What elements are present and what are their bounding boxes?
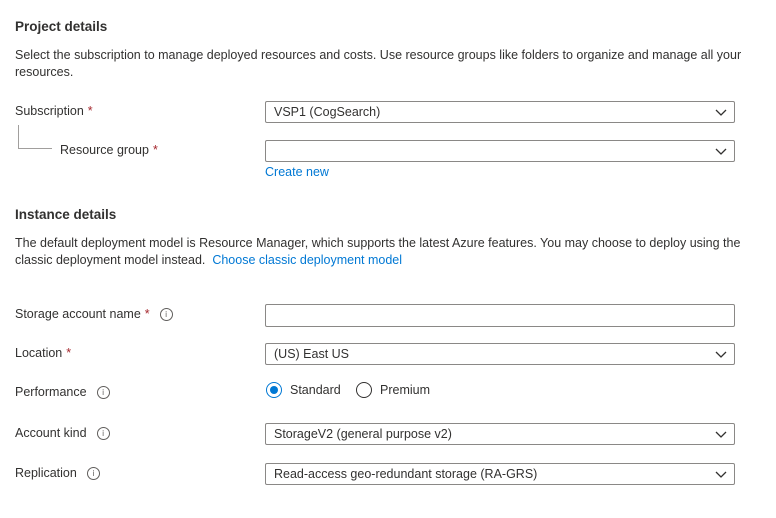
storage-account-name-label-text: Storage account name [15, 307, 141, 321]
location-label-text: Location [15, 346, 63, 360]
project-details-description: Select the subscription to manage deploy… [15, 48, 742, 79]
resource-group-label: Resource group * [60, 143, 158, 157]
chevron-down-icon [715, 351, 727, 358]
account-kind-value: StorageV2 (general purpose v2) [274, 427, 452, 441]
subscription-dropdown[interactable]: VSP1 (CogSearch) [265, 101, 735, 123]
required-marker: * [87, 104, 93, 118]
required-marker: * [66, 346, 72, 360]
required-marker: * [144, 307, 150, 321]
performance-standard-label: Standard [290, 383, 341, 397]
required-marker: * [152, 143, 158, 157]
info-icon[interactable]: i [96, 426, 110, 440]
performance-premium-radio[interactable]: Premium [356, 382, 430, 398]
chevron-down-icon [715, 148, 727, 155]
subscription-value: VSP1 (CogSearch) [274, 105, 381, 119]
replication-value: Read-access geo-redundant storage (RA-GR… [274, 467, 538, 481]
project-details-heading: Project details [15, 19, 108, 34]
info-icon[interactable]: i [86, 466, 100, 480]
performance-premium-label: Premium [380, 383, 431, 397]
chevron-down-icon [715, 109, 727, 116]
tree-connector [18, 125, 52, 149]
performance-label-text: Performance [15, 385, 87, 399]
location-dropdown[interactable]: (US) East US [265, 343, 735, 365]
instance-details-heading: Instance details [15, 207, 117, 222]
replication-label: Replication i [15, 466, 100, 480]
replication-dropdown[interactable]: Read-access geo-redundant storage (RA-GR… [265, 463, 735, 485]
radio-unselected-icon [356, 382, 372, 398]
instance-details-description: The default deployment model is Resource… [15, 235, 750, 269]
chevron-down-icon [715, 431, 727, 438]
choose-classic-deployment-link[interactable]: Choose classic deployment model [212, 253, 402, 267]
account-kind-label-text: Account kind [15, 426, 87, 440]
subscription-label: Subscription * [15, 104, 93, 118]
account-kind-label: Account kind i [15, 426, 110, 440]
performance-standard-radio[interactable]: Standard [266, 382, 341, 398]
location-label: Location * [15, 346, 71, 360]
account-kind-dropdown[interactable]: StorageV2 (general purpose v2) [265, 423, 735, 445]
info-icon[interactable]: i [96, 385, 110, 399]
create-new-link[interactable]: Create new [265, 165, 329, 179]
location-value: (US) East US [274, 347, 350, 361]
chevron-down-icon [715, 471, 727, 478]
radio-selected-icon [266, 382, 282, 398]
performance-label: Performance i [15, 385, 110, 399]
storage-account-name-input[interactable] [265, 304, 735, 327]
resource-group-label-text: Resource group [60, 143, 149, 157]
resource-group-dropdown[interactable] [265, 140, 735, 162]
subscription-label-text: Subscription [15, 104, 84, 118]
replication-label-text: Replication [15, 466, 77, 480]
info-icon[interactable]: i [159, 307, 173, 321]
storage-account-name-label: Storage account name * i [15, 307, 173, 321]
